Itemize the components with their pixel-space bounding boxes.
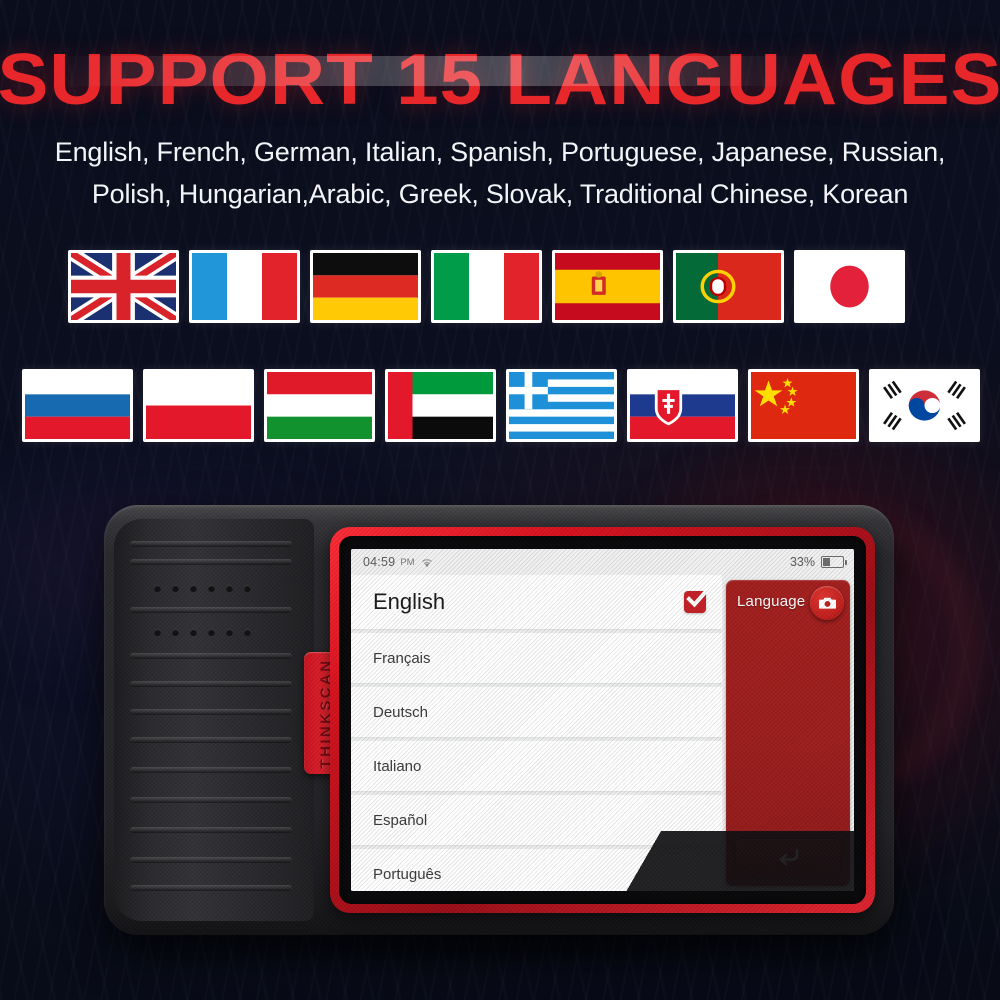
page-title: SUPPORT 15 LANGUAGES xyxy=(0,40,1000,120)
battery-icon xyxy=(821,556,847,568)
list-item[interactable]: Deutsch xyxy=(351,687,722,737)
page-title-text: SUPPORT 15 LANGUAGES xyxy=(0,40,1000,120)
flag-poland xyxy=(143,369,254,442)
language-label: Italiano xyxy=(373,757,422,775)
language-label: Español xyxy=(373,811,428,829)
language-list[interactable]: English Français Deutsch Italiano Españo… xyxy=(351,575,722,891)
subtitle-line-2: Polish, Hungarian,Arabic, Greek, Slovak,… xyxy=(91,179,909,209)
back-arrow-icon xyxy=(775,848,801,866)
promo-page: SUPPORT 15 LANGUAGES English, French, Ge… xyxy=(0,0,1000,1000)
back-button[interactable] xyxy=(735,838,841,876)
device-bezel-inner: 04:59 PM 33% English Français Deutsch It… xyxy=(339,536,866,904)
wifi-icon xyxy=(420,557,434,568)
camera-icon[interactable] xyxy=(810,586,844,620)
flag-china xyxy=(748,369,859,442)
list-item[interactable]: English xyxy=(351,575,722,629)
status-bar: 04:59 PM 33% xyxy=(351,549,854,575)
list-item[interactable]: Português xyxy=(351,849,722,891)
language-label: English xyxy=(373,589,446,614)
device-bezel: 04:59 PM 33% English Français Deutsch It… xyxy=(330,527,875,913)
panel-title: Language xyxy=(737,593,806,610)
flag-portugal xyxy=(673,250,784,323)
flag-germany xyxy=(310,250,421,323)
flag-row-2 xyxy=(22,369,980,442)
status-bar-right: 33% xyxy=(789,555,847,569)
language-label: Deutsch xyxy=(373,703,429,721)
list-item[interactable]: Español xyxy=(351,795,722,845)
list-item[interactable]: Français xyxy=(351,633,722,683)
thinkscan-device: THINKSCAN 04:59 PM 33% English Français … xyxy=(104,505,894,935)
list-item[interactable]: Italiano xyxy=(351,741,722,791)
flag-united-arab-emirates xyxy=(385,369,496,442)
flag-hungary xyxy=(264,369,375,442)
language-label: Français xyxy=(373,649,431,667)
flag-russia xyxy=(22,369,133,442)
status-bar-left: 04:59 PM xyxy=(363,555,434,569)
flag-slovakia xyxy=(627,369,738,442)
status-ampm: PM xyxy=(400,556,415,568)
language-label: Português xyxy=(373,865,442,883)
device-screen: 04:59 PM 33% English Français Deutsch It… xyxy=(351,549,854,891)
status-time: 04:59 xyxy=(363,555,396,569)
checkbox-checked-icon[interactable] xyxy=(684,586,711,613)
subtitle-line-1: English, French, German, Italian, Spanis… xyxy=(54,137,946,167)
screen-body: English Français Deutsch Italiano Españo… xyxy=(351,575,854,891)
flag-greece xyxy=(506,369,617,442)
flag-united-kingdom xyxy=(68,250,179,323)
language-side-panel: Language xyxy=(726,580,850,886)
battery-percent: 33% xyxy=(789,555,815,569)
flag-japan xyxy=(794,250,905,323)
flag-row-1 xyxy=(68,250,905,323)
flag-france xyxy=(189,250,300,323)
flag-italy xyxy=(431,250,542,323)
flag-south-korea xyxy=(869,369,980,442)
device-grip xyxy=(114,519,314,921)
flag-spain xyxy=(552,250,663,323)
